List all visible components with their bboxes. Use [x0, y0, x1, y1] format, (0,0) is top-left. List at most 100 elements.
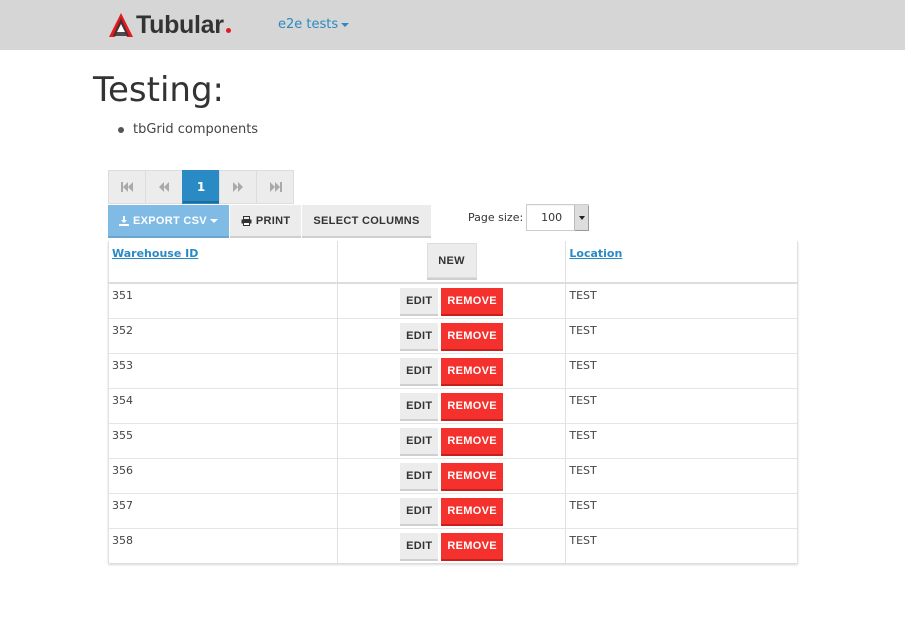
- caret-down-icon: [341, 22, 350, 27]
- table-row: 354 EDIT REMOVE TEST: [108, 387, 798, 423]
- cell-actions: EDIT REMOVE: [336, 422, 567, 458]
- remove-button[interactable]: REMOVE: [441, 288, 503, 314]
- warehouse-id-value: 357: [112, 498, 133, 512]
- table-row: 352 EDIT REMOVE TEST: [108, 317, 798, 353]
- edit-button[interactable]: EDIT: [400, 532, 439, 559]
- edit-button[interactable]: EDIT: [400, 288, 439, 314]
- page-size-control: Page size: 100: [468, 204, 590, 231]
- warehouse-id-value: 354: [112, 393, 133, 407]
- location-value: TEST: [569, 358, 597, 372]
- warehouse-id-value: 353: [112, 358, 133, 372]
- cell-actions: EDIT REMOVE: [336, 457, 567, 493]
- tubular-logo-icon: [109, 13, 133, 37]
- row-actions: EDIT REMOVE: [338, 354, 566, 384]
- cell-warehouse-id: 356: [108, 457, 338, 493]
- last-page-icon: [269, 182, 282, 192]
- cell-actions: EDIT REMOVE: [336, 282, 567, 318]
- warehouse-id-value: 358: [112, 533, 133, 547]
- page-title: Testing:: [93, 70, 224, 110]
- remove-button[interactable]: REMOVE: [441, 497, 503, 524]
- row-actions: EDIT REMOVE: [338, 319, 566, 349]
- location-value: TEST: [569, 323, 597, 337]
- table-row: 353 EDIT REMOVE TEST: [108, 352, 798, 388]
- page-size-value: 100: [541, 211, 563, 224]
- export-csv-button[interactable]: EXPORT CSV: [108, 205, 229, 236]
- page-button-current[interactable]: 1: [182, 170, 220, 204]
- caret-down-icon: [209, 218, 218, 223]
- header-row: Warehouse ID NEW Location: [108, 241, 798, 284]
- table-row: 351 EDIT REMOVE TEST: [108, 282, 798, 318]
- remove-button[interactable]: REMOVE: [441, 532, 503, 559]
- edit-button[interactable]: EDIT: [400, 357, 439, 384]
- row-actions: EDIT REMOVE: [338, 284, 566, 314]
- edit-button[interactable]: EDIT: [400, 497, 439, 524]
- table-row: 358 EDIT REMOVE TEST: [108, 527, 798, 563]
- table-row: 356 EDIT REMOVE TEST: [108, 457, 798, 493]
- list-item: tbGrid components: [118, 122, 258, 137]
- cell-warehouse-id: 353: [108, 352, 338, 388]
- warehouse-id-value: 356: [112, 463, 133, 477]
- row-actions: EDIT REMOVE: [338, 494, 566, 524]
- select-columns-button[interactable]: SELECT COLUMNS: [302, 205, 431, 236]
- select-arrow-icon: [574, 205, 589, 230]
- remove-button[interactable]: REMOVE: [441, 427, 503, 454]
- cell-location: TEST: [565, 352, 798, 388]
- location-value: TEST: [569, 393, 597, 407]
- row-actions: EDIT REMOVE: [338, 389, 566, 419]
- sort-warehouse-id-link[interactable]: Warehouse ID: [112, 247, 198, 260]
- remove-button[interactable]: REMOVE: [441, 462, 503, 489]
- edit-button[interactable]: EDIT: [400, 392, 439, 419]
- print-label: PRINT: [255, 214, 291, 227]
- cell-warehouse-id: 358: [108, 527, 338, 563]
- row-actions: EDIT REMOVE: [338, 529, 566, 559]
- component-list: tbGrid components: [118, 122, 258, 137]
- cell-warehouse-id: 355: [108, 422, 338, 458]
- table-row: 355 EDIT REMOVE TEST: [108, 422, 798, 458]
- location-value: TEST: [569, 289, 597, 302]
- warehouse-id-value: 351: [112, 289, 133, 302]
- row-actions: EDIT REMOVE: [338, 459, 566, 489]
- grid-toolbar: EXPORT CSV PRINT SELECT COLUMNS: [108, 205, 432, 236]
- remove-button[interactable]: REMOVE: [441, 357, 503, 384]
- last-page-button[interactable]: [256, 170, 294, 204]
- next-page-icon: [233, 182, 243, 192]
- remove-button[interactable]: REMOVE: [441, 322, 503, 349]
- cell-warehouse-id: 357: [108, 492, 338, 528]
- row-actions: EDIT REMOVE: [338, 424, 566, 454]
- pagination: 1: [108, 170, 294, 204]
- cell-location: TEST: [565, 492, 798, 528]
- location-value: TEST: [569, 463, 597, 477]
- remove-button[interactable]: REMOVE: [441, 392, 503, 419]
- export-csv-label: EXPORT CSV: [133, 214, 207, 227]
- column-header-actions: NEW: [336, 241, 567, 284]
- cell-warehouse-id: 351: [108, 282, 338, 318]
- nav-dropdown-label: e2e tests: [278, 17, 339, 32]
- warehouse-id-value: 352: [112, 323, 133, 337]
- new-button[interactable]: NEW: [426, 243, 477, 278]
- page-size-label: Page size:: [468, 211, 524, 224]
- edit-button[interactable]: EDIT: [400, 462, 439, 489]
- download-icon: [119, 215, 129, 226]
- column-header-location: Location: [565, 241, 798, 284]
- edit-button[interactable]: EDIT: [400, 322, 439, 349]
- data-grid: Warehouse ID NEW Location 351 EDIT REMOVE T…: [108, 241, 798, 563]
- nav-dropdown-e2e-tests[interactable]: e2e tests: [278, 17, 350, 32]
- location-value: TEST: [569, 428, 597, 442]
- cell-actions: EDIT REMOVE: [336, 317, 567, 353]
- sort-location-link[interactable]: Location: [569, 247, 622, 260]
- print-icon: [241, 215, 252, 226]
- first-page-button[interactable]: [108, 170, 146, 204]
- cell-location: TEST: [565, 422, 798, 458]
- print-button[interactable]: PRINT: [229, 205, 302, 236]
- edit-button[interactable]: EDIT: [400, 427, 439, 454]
- cell-location: TEST: [565, 457, 798, 493]
- page-size-select[interactable]: 100: [526, 204, 590, 231]
- next-page-button[interactable]: [219, 170, 257, 204]
- brand-logo[interactable]: Tubular: [108, 11, 231, 39]
- cell-location: TEST: [565, 317, 798, 353]
- location-value: TEST: [569, 498, 597, 512]
- cell-actions: EDIT REMOVE: [336, 387, 567, 423]
- cell-actions: EDIT REMOVE: [336, 352, 567, 388]
- previous-page-button[interactable]: [145, 170, 183, 204]
- cell-warehouse-id: 352: [108, 317, 338, 353]
